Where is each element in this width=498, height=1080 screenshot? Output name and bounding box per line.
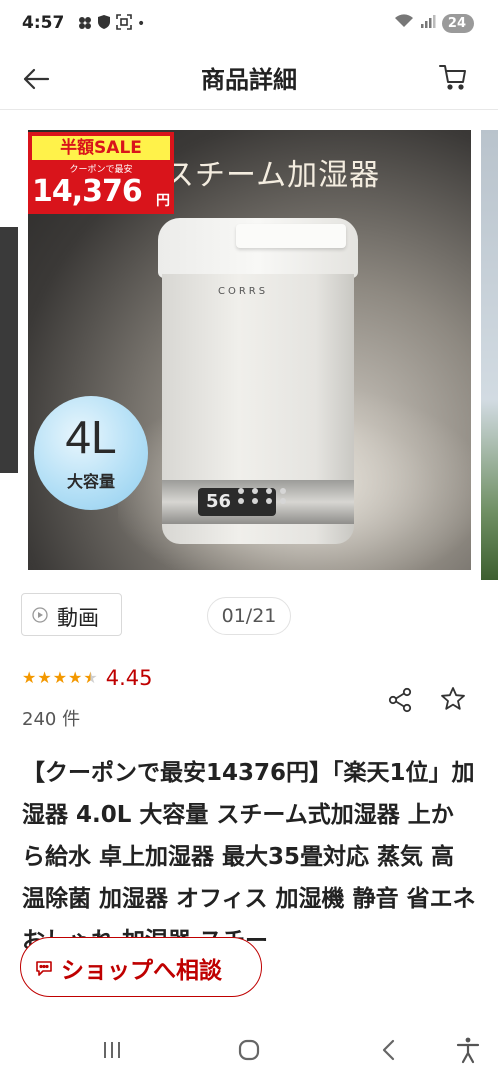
share-icon[interactable] — [386, 686, 414, 714]
shop-chat-button[interactable]: ショップへ相談 — [20, 937, 262, 997]
video-button[interactable]: 動画 — [21, 593, 122, 636]
battery-icon: 24 — [441, 13, 474, 33]
status-dot: • — [137, 16, 146, 32]
rating-row[interactable]: ★ ★ ★ ★ ★ 4.45 — [22, 666, 152, 690]
sale-label: 半額SALE — [32, 136, 170, 160]
status-bar: 4:57 • 24 — [0, 0, 498, 48]
page-title: 商品詳細 — [201, 66, 297, 94]
star-icon: ★ — [22, 668, 37, 687]
capacity-badge: 4L 大容量 — [34, 396, 148, 510]
sale-badge: 半額SALE クーポンで最安 14,376 円 — [28, 132, 174, 214]
shop-chat-label: ショップへ相談 — [61, 958, 222, 984]
sale-yen: 円 — [156, 193, 170, 209]
system-nav-bar — [0, 1020, 498, 1080]
capacity-label: 大容量 — [66, 472, 115, 491]
recents-icon[interactable] — [96, 1034, 128, 1066]
capacity-value: 4L — [65, 411, 117, 463]
review-count[interactable]: 240 件 — [22, 705, 80, 731]
wifi-icon — [394, 13, 414, 33]
star-icon: ★ — [68, 668, 83, 687]
accessibility-icon[interactable] — [452, 1034, 484, 1066]
humidifier-illustration: CORRS 56 — [158, 218, 358, 558]
signal-icon — [420, 13, 436, 33]
rating-value: 4.45 — [105, 666, 153, 690]
android-icon — [78, 15, 92, 34]
screenshot-icon — [116, 14, 132, 34]
rating-stars: ★ ★ ★ ★ ★ — [22, 670, 98, 686]
star-icon: ★ — [37, 668, 52, 687]
next-slide-peek[interactable] — [481, 130, 498, 580]
brand-logo: CORRS — [218, 286, 269, 297]
chat-bubble-icon — [34, 958, 54, 978]
play-circle-icon — [32, 607, 48, 623]
image-page-counter: 01/21 — [207, 597, 291, 635]
video-label: 動画 — [57, 606, 99, 630]
nav-back-icon[interactable] — [373, 1034, 405, 1066]
half-star-icon: ★ — [83, 668, 98, 687]
shield-icon — [97, 14, 111, 34]
status-time: 4:57 — [22, 13, 65, 33]
star-icon: ★ — [52, 668, 68, 687]
star-outline-icon[interactable] — [439, 685, 467, 713]
previous-slide-peek[interactable] — [0, 227, 18, 473]
image-headline: スチーム加湿器 — [164, 158, 381, 193]
cart-icon[interactable] — [438, 62, 468, 92]
image-carousel[interactable]: スチーム加湿器 半額SALE クーポンで最安 14,376 円 CORRS 56… — [0, 120, 498, 580]
home-icon[interactable] — [233, 1034, 265, 1066]
sale-price: 14,376 — [32, 174, 143, 209]
product-image[interactable]: スチーム加湿器 半額SALE クーポンで最安 14,376 円 CORRS 56… — [28, 130, 471, 570]
control-panel: 56 — [162, 480, 354, 524]
app-header: 商品詳細 — [0, 48, 498, 110]
